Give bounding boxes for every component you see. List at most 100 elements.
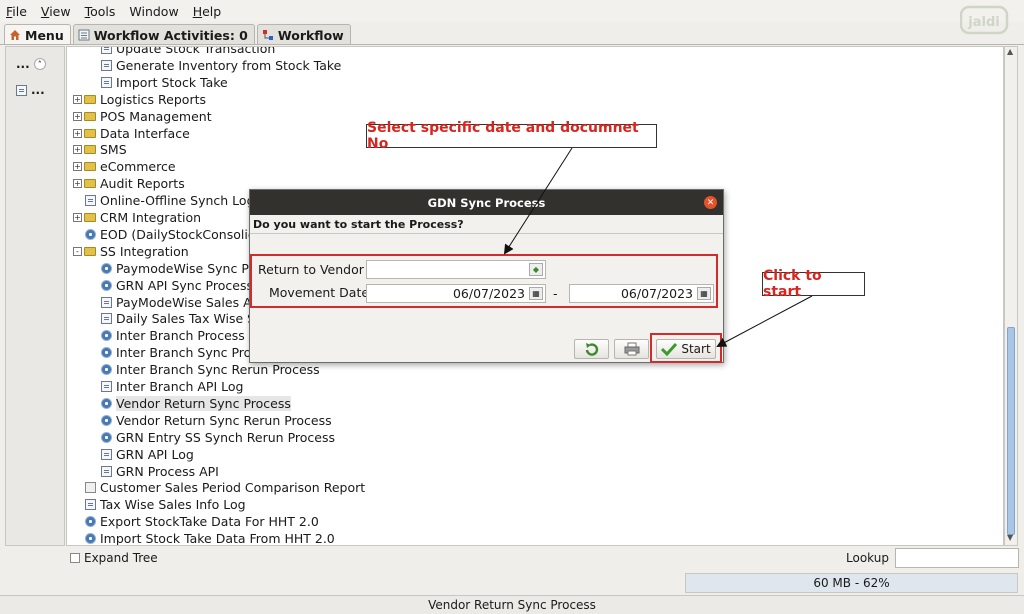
tree-item[interactable]: Inter Branch Sync Rerun Process (101, 361, 320, 378)
tree-item[interactable]: Vendor Return Sync Process (101, 395, 291, 412)
menu-file-label: ile (12, 3, 27, 19)
tree-item[interactable]: GRN API Log (101, 446, 194, 463)
left-panel-row-1[interactable]: ... ˄ (16, 57, 46, 71)
expand-icon[interactable]: + (73, 111, 82, 121)
folder-icon (84, 145, 96, 155)
left-panel-row-2[interactable]: ... (16, 83, 45, 97)
tree-item[interactable]: + Audit Reports (73, 175, 185, 192)
menu-view[interactable]: View (41, 4, 71, 19)
folder-icon (84, 179, 96, 189)
document-icon (101, 465, 112, 477)
lookup-input[interactable] (895, 548, 1019, 568)
tree-scrollbar[interactable]: ▲ ▼ (1004, 46, 1018, 546)
document-icon (101, 313, 112, 325)
menu-tools[interactable]: Tools (85, 4, 116, 19)
tree-item-label: GRN API Sync Process (116, 277, 253, 293)
tab-menu[interactable]: Menu (4, 24, 71, 45)
tree-item-label: EOD (DailyStockConsolid (100, 226, 256, 242)
document-icon (101, 448, 112, 460)
tree-item[interactable]: Import Stock Take Data From HHT 2.0 (85, 530, 335, 545)
tree-item[interactable]: PayModeWise Sales AP (101, 294, 259, 311)
print-button[interactable] (614, 339, 649, 359)
tree-item-label: Inter Branch Process A (116, 328, 258, 344)
tree-item[interactable]: + SMS (73, 141, 127, 158)
tree-item[interactable]: Customer Sales Period Comparison Report (85, 479, 365, 496)
folder-icon (84, 246, 96, 256)
tab-workflow-activities[interactable]: Workflow Activities: 0 (72, 24, 255, 45)
tree-item[interactable]: Vendor Return Sync Rerun Process (101, 412, 332, 429)
tree-item-label: GRN API Log (116, 446, 194, 462)
expand-icon[interactable]: + (73, 145, 82, 155)
collapse-icon[interactable]: - (73, 246, 82, 256)
scroll-down-icon[interactable]: ▼ (1007, 533, 1013, 542)
document-icon (101, 296, 112, 308)
tree-item[interactable]: Generate Inventory from Stock Take (101, 57, 341, 74)
home-icon (10, 30, 20, 40)
tree-item-label: POS Management (100, 108, 212, 124)
expand-tree-checkbox[interactable] (70, 553, 80, 563)
tree-item-label: Import Stock Take (116, 74, 228, 90)
menu-window[interactable]: Window (129, 4, 178, 19)
tree-item-label: Audit Reports (100, 176, 185, 192)
process-icon (101, 414, 112, 426)
expand-icon[interactable]: + (73, 162, 82, 172)
tree-item[interactable]: + eCommerce (73, 158, 176, 175)
tree-item[interactable]: PaymodeWise Sync Pro (101, 260, 261, 277)
tree-item[interactable]: EOD (DailyStockConsolid (85, 226, 256, 243)
memory-indicator[interactable]: 60 MB - 62% (685, 573, 1018, 593)
tab-workflow[interactable]: Workflow (256, 24, 351, 45)
tree-item[interactable]: Daily Sales Tax Wise S (101, 310, 255, 327)
expand-icon[interactable]: + (73, 213, 82, 222)
tree-item[interactable]: Inter Branch API Log (101, 378, 243, 395)
tree-item[interactable]: Inter Branch Sync Proc (101, 344, 258, 361)
tree-item-label: Daily Sales Tax Wise S (116, 311, 256, 327)
tree-item[interactable]: + CRM Integration (73, 209, 201, 226)
menu-help[interactable]: Help (193, 4, 222, 19)
expand-icon[interactable]: + (73, 179, 82, 189)
tree-item-label: SS Integration (100, 243, 189, 259)
document-icon (101, 47, 112, 54)
tree-item-label: Tax Wise Sales Info Log (100, 497, 246, 513)
tree-item-label: PaymodeWise Sync Pro (116, 260, 262, 276)
tree-item[interactable]: GRN Process API (101, 463, 219, 480)
tree-item-label: GRN Entry SS Synch Rerun Process (116, 429, 335, 445)
scroll-thumb[interactable] (1007, 327, 1015, 535)
tree-item[interactable]: Update Stock Transaction (101, 47, 275, 57)
process-icon (101, 330, 112, 342)
refresh-button[interactable] (574, 339, 609, 359)
tree-item-label: Export StockTake Data For HHT 2.0 (100, 514, 319, 530)
tree-item-label: SMS (100, 142, 127, 158)
tree-item[interactable]: - SS Integration (73, 243, 189, 260)
process-icon (85, 228, 96, 240)
tree-item[interactable]: + Data Interface (73, 125, 190, 142)
tree-item[interactable]: + Logistics Reports (73, 91, 206, 108)
tree-item[interactable]: Tax Wise Sales Info Log (85, 496, 246, 513)
workflow-icon (262, 30, 273, 40)
dialog-question: Do you want to start the Process? (250, 215, 723, 234)
document-icon (101, 76, 112, 88)
process-icon (101, 431, 112, 443)
expand-icon[interactable]: + (73, 94, 82, 104)
tree-item-label: Logistics Reports (100, 91, 206, 107)
tree-item[interactable]: Online-Offline Synch Log (85, 192, 255, 209)
expand-icon[interactable]: + (73, 128, 82, 138)
printer-icon (624, 342, 639, 356)
tree-item[interactable]: + POS Management (73, 108, 212, 125)
process-icon (101, 279, 112, 291)
tree-item[interactable]: GRN Entry SS Synch Rerun Process (101, 429, 335, 446)
folder-icon (84, 162, 96, 172)
collapse-icon[interactable]: ˄ (33, 58, 46, 70)
tree-item[interactable]: Export StockTake Data For HHT 2.0 (85, 513, 319, 530)
tab-divider (0, 44, 1024, 45)
process-icon (101, 347, 112, 359)
tree-item[interactable]: Import Stock Take (101, 74, 228, 91)
tree-item[interactable]: GRN API Sync Process (101, 277, 253, 294)
tree-item[interactable]: Inter Branch Process A (101, 327, 257, 344)
left-panel: ... ˄ ... (5, 46, 65, 546)
tree-item-label: Inter Branch Sync Proc (116, 345, 259, 361)
menu-file[interactable]: File (6, 4, 27, 19)
tab-workflow-activities-label: Workflow Activities: 0 (93, 27, 248, 43)
tab-menu-label: Menu (25, 27, 64, 43)
scroll-up-icon[interactable]: ▲ (1007, 47, 1013, 56)
close-icon[interactable]: ✕ (704, 196, 717, 209)
